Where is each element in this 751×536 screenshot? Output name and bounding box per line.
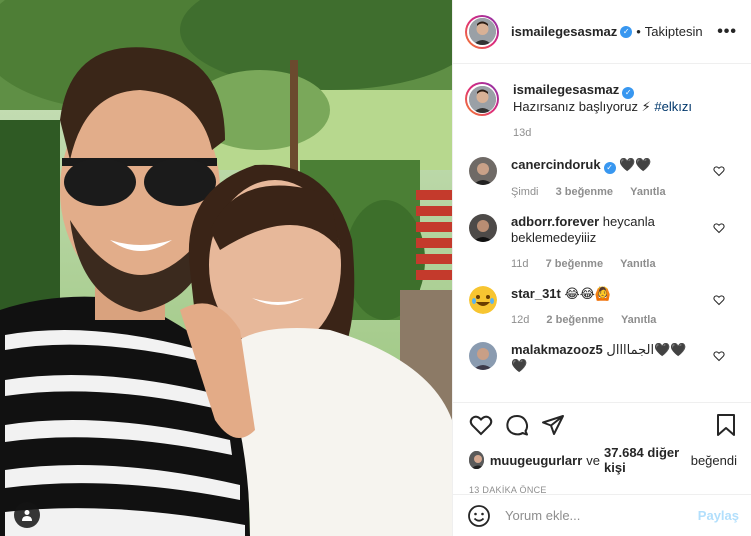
liker-avatar[interactable]	[469, 451, 484, 469]
reply-button[interactable]: Yanıtla	[630, 186, 665, 198]
comment-likes[interactable]: 7 beğenme	[546, 258, 603, 270]
comment-text: 😂😂🙆	[564, 286, 612, 301]
comment-item: malakmazooz5 الجماااال🖤🖤🖤	[465, 342, 737, 374]
selfie-photo-illustration	[0, 0, 452, 536]
caption-hashtag[interactable]: #elkızı	[654, 99, 692, 114]
comment-item: canercindoruk ✓ 🖤🖤 Şimdi 3 beğenme Yanıtl…	[465, 157, 737, 200]
likes-summary: muugeugurlarr ve 37.684 diğer kişi beğen…	[469, 445, 737, 475]
comment-text: 🖤🖤	[619, 157, 652, 172]
reply-button[interactable]: Yanıtla	[620, 258, 655, 270]
comment-time[interactable]: 12d	[511, 314, 529, 326]
post-comment-button[interactable]: Paylaş	[698, 508, 739, 523]
follow-status[interactable]: Takiptesin	[645, 24, 703, 39]
commenter-avatar[interactable]	[469, 342, 497, 370]
caption-avatar[interactable]	[465, 82, 499, 116]
share-icon[interactable]	[541, 413, 565, 437]
liker-username[interactable]: muugeugurlarr	[490, 453, 582, 468]
caption-username[interactable]: ismailegesasmaz	[513, 82, 619, 97]
heart-icon[interactable]	[469, 413, 493, 437]
comment-username[interactable]: adborr.forever	[511, 214, 599, 229]
heart-icon[interactable]	[713, 165, 725, 177]
post-header: ismailegesasmaz ✓ • Takiptesin •••	[453, 0, 751, 64]
more-options-icon[interactable]: •••	[717, 23, 737, 41]
comment-time[interactable]: Şimdi	[511, 186, 539, 198]
author-avatar[interactable]	[465, 14, 499, 49]
bookmark-icon[interactable]	[715, 413, 737, 437]
comment-item: star_31t 😂😂🙆 12d 2 beğenme Yanıtla	[465, 286, 737, 328]
commenter-avatar[interactable]	[469, 286, 497, 314]
verified-icon: ✓	[622, 87, 635, 99]
author-username[interactable]: ismailegesasmaz	[511, 24, 617, 39]
emoji-icon[interactable]	[467, 504, 491, 528]
caption-time[interactable]: 13d	[513, 125, 693, 141]
likes-others-count[interactable]: 37.684 diğer kişi	[604, 445, 687, 475]
verified-icon: ✓	[603, 162, 616, 174]
likes-connector: ve	[586, 452, 601, 468]
comments-list[interactable]: ismailegesasmaz ✓ Hazırsanız başlıyoruz ⚡…	[453, 64, 751, 402]
comment-likes[interactable]: 3 beğenme	[556, 186, 613, 198]
commenter-avatar[interactable]	[469, 157, 497, 185]
heart-icon[interactable]	[713, 222, 725, 234]
comment-likes[interactable]: 2 beğenme	[546, 314, 603, 326]
post-details-panel: ismailegesasmaz ✓ • Takiptesin ••• ismai…	[452, 0, 751, 536]
comment-item: adborr.forever heycanla beklemedeyiiiz 1…	[465, 214, 737, 272]
comment-icon[interactable]	[505, 413, 529, 437]
tag-user-button[interactable]	[14, 502, 40, 528]
reply-button[interactable]: Yanıtla	[621, 314, 656, 326]
instagram-post-modal: ismailegesasmaz ✓ • Takiptesin ••• ismai…	[0, 0, 751, 536]
comment-username[interactable]: canercindoruk	[511, 157, 601, 172]
heart-icon[interactable]	[713, 350, 725, 362]
comment-username[interactable]: star_31t	[511, 286, 561, 301]
post-caption: ismailegesasmaz ✓ Hazırsanız başlıyoruz ⚡…	[465, 82, 737, 141]
add-comment-bar: Paylaş	[453, 494, 751, 536]
verified-icon: ✓	[620, 25, 633, 38]
caption-text: Hazırsanız başlıyoruz ⚡	[513, 99, 651, 114]
likes-suffix: beğendi	[690, 452, 737, 468]
comment-username[interactable]: malakmazooz5	[511, 342, 603, 357]
heart-icon[interactable]	[713, 294, 725, 306]
comment-input[interactable]	[503, 507, 698, 524]
commenter-avatar[interactable]	[469, 214, 497, 242]
separator-dot: •	[636, 24, 641, 39]
comment-time[interactable]: 11d	[511, 258, 529, 270]
tag-user-icon	[22, 510, 32, 521]
post-photo[interactable]	[0, 0, 452, 536]
post-actions: muugeugurlarr ve 37.684 diğer kişi beğen…	[453, 402, 751, 495]
